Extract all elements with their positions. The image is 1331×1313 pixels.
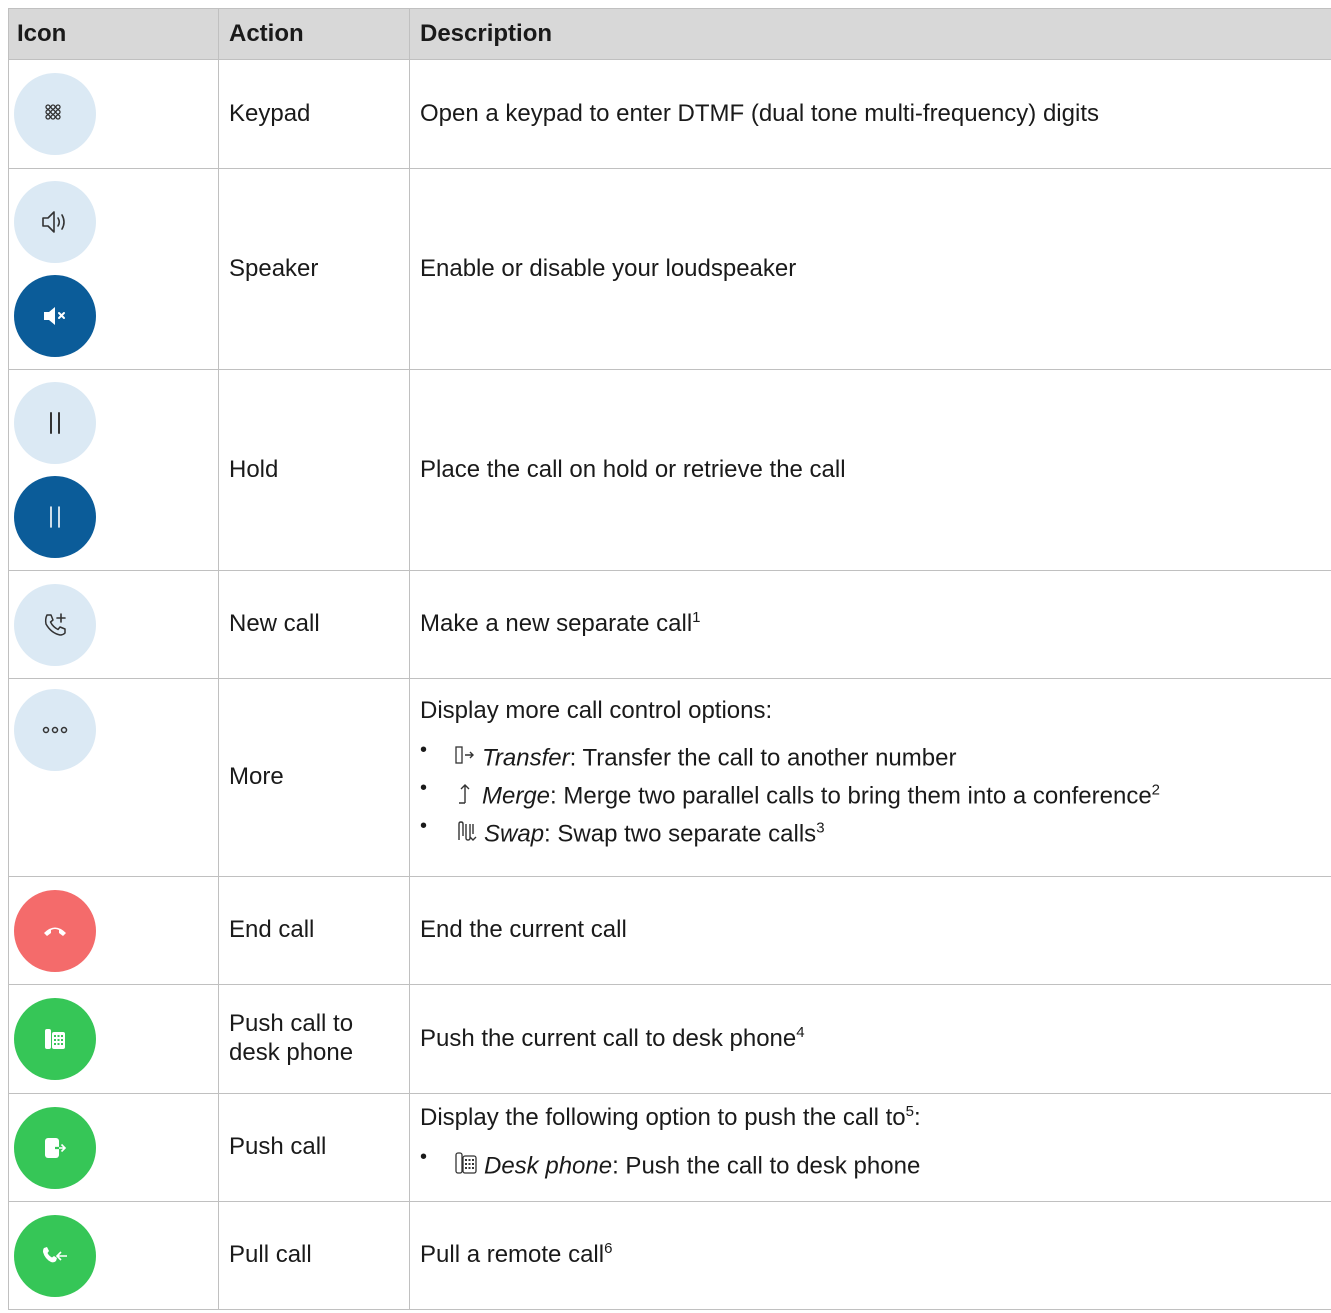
table-row: Push call Display the following option t… — [8, 1093, 1331, 1202]
action-cell: Push call — [218, 1093, 410, 1202]
icon-cell — [8, 1201, 219, 1310]
header-action: Action — [218, 8, 410, 60]
description-text: Display the following option to push the… — [420, 1104, 1325, 1133]
footnote: 1 — [692, 609, 701, 627]
icon-cell — [8, 1093, 219, 1202]
option-text: : Swap two separate calls — [544, 820, 817, 848]
table-row: Speaker Enable or disable your loudspeak… — [8, 168, 1331, 370]
push-call-icon — [14, 1106, 96, 1189]
table-row: Push call to desk phone Push the current… — [8, 984, 1331, 1094]
more-icon — [14, 689, 96, 771]
option-text: : Transfer the call to another number — [569, 744, 957, 772]
table-row: Hold Place the call on hold or retrieve … — [8, 369, 1331, 571]
option-name: Desk phone — [484, 1152, 613, 1180]
footnote: 5 — [905, 1103, 914, 1121]
description-cell: Pull a remote call6 — [409, 1201, 1331, 1310]
list-item: Transfer: Transfer the call to another n… — [420, 738, 1325, 774]
option-text: : Push the call to desk phone — [612, 1152, 921, 1180]
description-cell: End the current call — [409, 876, 1331, 985]
option-name: Merge — [482, 782, 551, 810]
icon-cell — [8, 570, 219, 679]
action-cell: More — [218, 678, 410, 877]
table-row: Keypad Open a keypad to enter DTMF (dual… — [8, 59, 1331, 169]
action-cell: Pull call — [218, 1201, 410, 1310]
description-cell: Place the call on hold or retrieve the c… — [409, 369, 1331, 571]
desk-phone-icon — [14, 998, 96, 1080]
option-name: Swap — [484, 820, 545, 848]
icon-cell — [8, 168, 219, 370]
call-controls-table: Icon Action Description Keypad Open a ke… — [8, 8, 1331, 1310]
description-cell: Push the current call to desk phone4 — [409, 984, 1331, 1094]
description-cell: Display the following option to push the… — [409, 1093, 1331, 1202]
header-icon: Icon — [8, 8, 219, 60]
list-item: Merge: Merge two parallel calls to bring… — [420, 776, 1325, 812]
options-list: Desk phone: Push the call to desk phone — [420, 1145, 1325, 1183]
footnote: 3 — [816, 819, 825, 837]
footnote: 4 — [796, 1023, 805, 1041]
list-item: Swap: Swap two separate calls3 — [420, 814, 1325, 850]
option-name: Transfer — [482, 744, 570, 772]
footnote: 6 — [604, 1240, 613, 1258]
action-cell: Keypad — [218, 59, 410, 169]
icon-cell — [8, 369, 219, 571]
list-item: Desk phone: Push the call to desk phone — [420, 1145, 1325, 1183]
description-suffix: : — [913, 1104, 921, 1132]
description-cell: Make a new separate call1 — [409, 570, 1331, 679]
merge-icon — [454, 782, 476, 812]
transfer-icon — [454, 744, 476, 774]
description-cell: Display more call control options: Trans… — [409, 678, 1331, 877]
table-row: Pull call Pull a remote call6 — [8, 1201, 1331, 1310]
action-cell: End call — [218, 876, 410, 985]
speaker-icon — [14, 181, 96, 263]
action-cell: Hold — [218, 369, 410, 571]
icon-cell — [8, 678, 219, 877]
pull-call-icon — [14, 1214, 96, 1297]
header-row: Icon Action Description — [8, 8, 1331, 60]
desk-phone-small-icon — [454, 1151, 478, 1183]
keypad-icon — [14, 73, 96, 155]
action-cell: New call — [218, 570, 410, 679]
icon-cell — [8, 876, 219, 985]
speaker-muted-icon — [14, 275, 96, 357]
description-text: Display more call control options: — [420, 697, 773, 725]
table-row: End call End the current call — [8, 876, 1331, 985]
table-row: More Display more call control options: … — [8, 678, 1331, 877]
swap-icon — [454, 820, 478, 850]
hold-icon — [14, 382, 96, 464]
description-cell: Open a keypad to enter DTMF (dual tone m… — [409, 59, 1331, 169]
header-description: Description — [409, 8, 1331, 60]
new-call-icon — [14, 583, 96, 666]
action-cell: Speaker — [218, 168, 410, 370]
description-main: Display the following option to push the… — [420, 1104, 906, 1132]
footnote: 2 — [1151, 781, 1161, 799]
action-cell: Push call to desk phone — [218, 984, 410, 1094]
description-text: Make a new separate call — [420, 610, 693, 638]
end-call-icon — [14, 889, 96, 972]
options-list: Transfer: Transfer the call to another n… — [420, 738, 1325, 850]
icon-cell — [8, 984, 219, 1094]
description-text: Pull a remote call — [420, 1241, 605, 1269]
icon-cell — [8, 59, 219, 169]
option-text: : Merge two parallel calls to bring them… — [550, 782, 1152, 810]
hold-active-icon — [14, 476, 96, 558]
description-text: Push the current call to desk phone — [420, 1024, 797, 1052]
table-row: New call Make a new separate call1 — [8, 570, 1331, 679]
description-cell: Enable or disable your loudspeaker — [409, 168, 1331, 370]
